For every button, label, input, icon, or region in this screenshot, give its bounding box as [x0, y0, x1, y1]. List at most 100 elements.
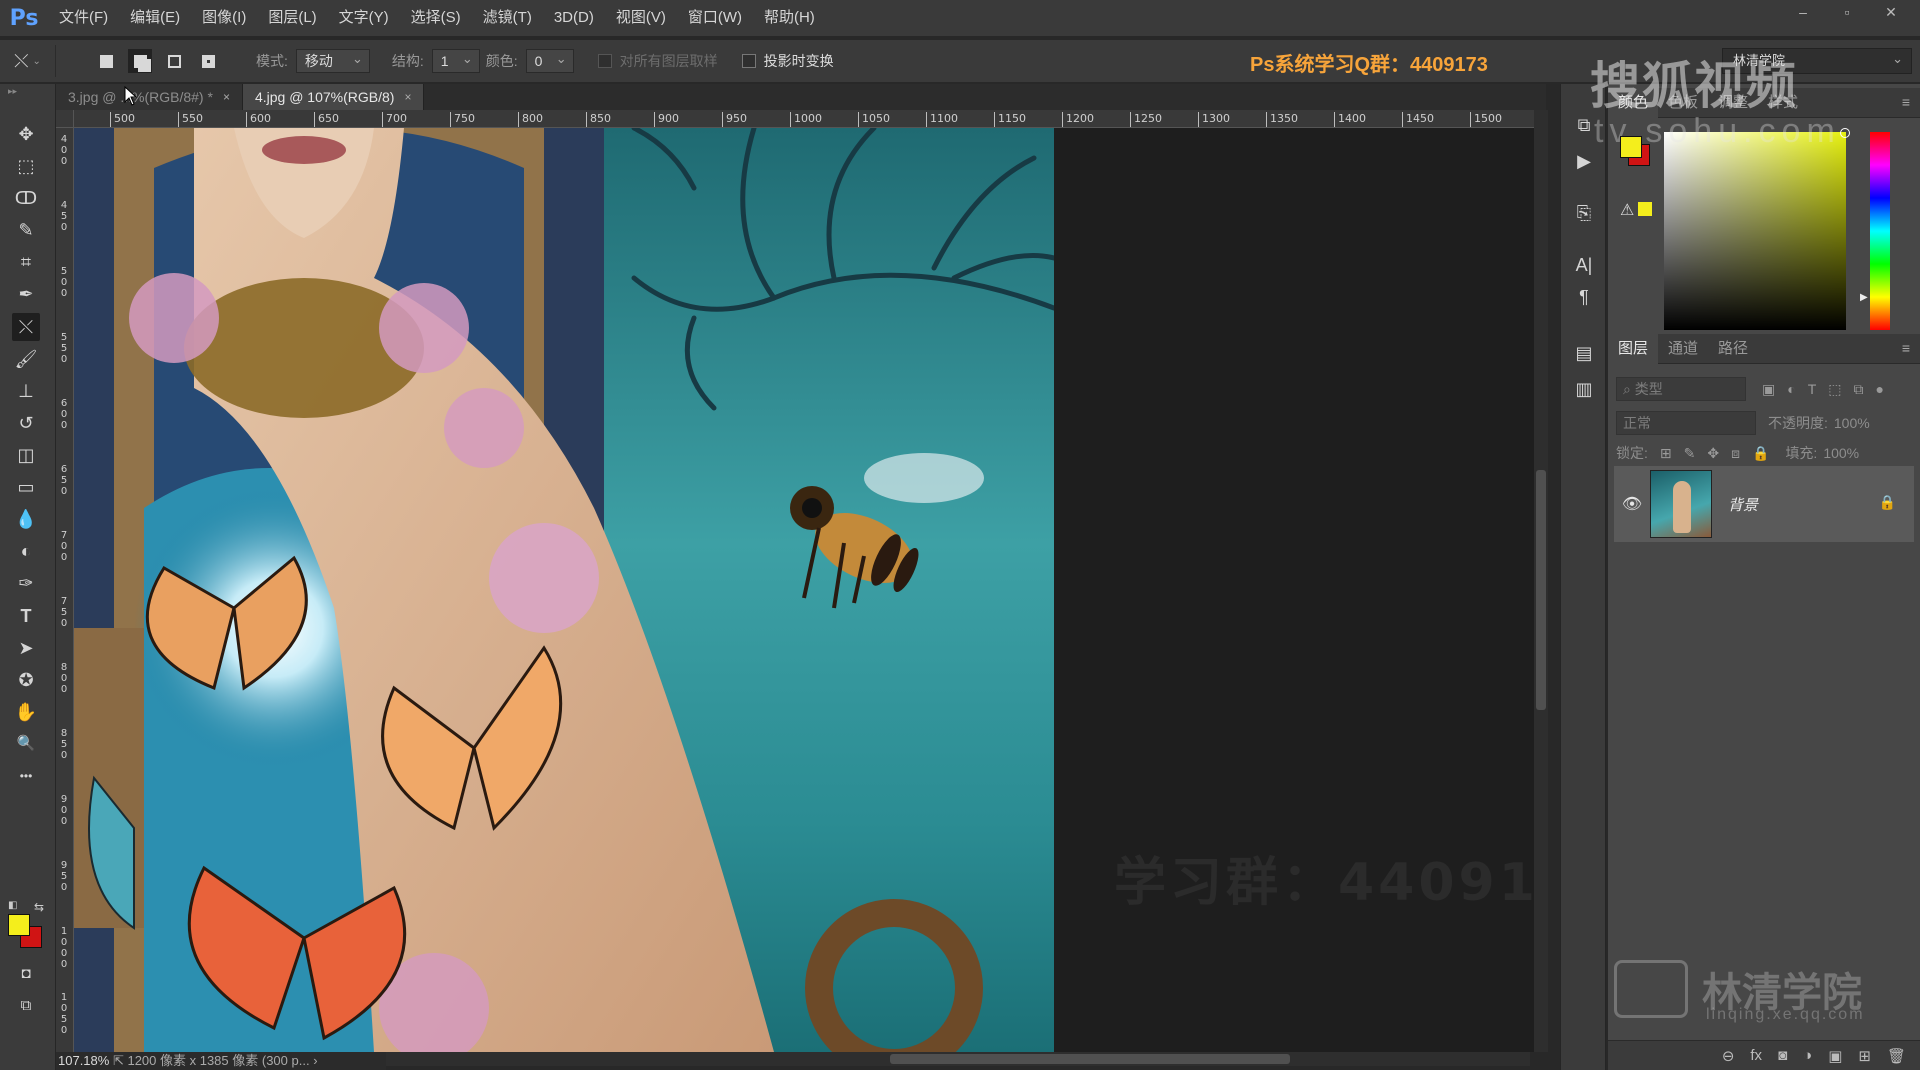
gamut-warning-icon[interactable]: ⚠ — [1620, 200, 1634, 220]
gradient-icon[interactable]: ▭ — [12, 473, 40, 501]
new-group-icon[interactable]: ▣ — [1828, 1047, 1842, 1065]
actions-play-icon[interactable]: ▶ — [1570, 148, 1598, 174]
panel-foreground-swatch[interactable] — [1620, 136, 1642, 158]
canvas-area[interactable]: 学习群：4409173 — [74, 128, 1544, 1052]
mode-select[interactable]: 移动 — [295, 48, 370, 73]
pen-icon[interactable]: ✑ — [12, 569, 40, 597]
lock-pixels-icon[interactable]: ✎ — [1684, 445, 1696, 462]
export-icon[interactable]: ⇱ — [113, 1053, 128, 1068]
sample-all-checkbox[interactable] — [597, 54, 612, 68]
hand-icon[interactable]: ✋ — [12, 698, 40, 726]
panel-menu-icon[interactable]: ≡ — [1902, 340, 1910, 356]
tab-close-icon[interactable]: × — [223, 84, 230, 110]
layer-name[interactable]: 背景 — [1728, 494, 1758, 515]
add-mask-icon[interactable]: ◙ — [1778, 1047, 1787, 1064]
color-select[interactable]: 0 — [525, 48, 574, 73]
history-brush-icon[interactable]: ↺ — [12, 409, 40, 437]
scrollbar-thumb[interactable] — [1536, 470, 1546, 710]
add-selection-button[interactable] — [128, 49, 152, 73]
new-selection-button[interactable] — [94, 49, 118, 73]
zoom-level[interactable]: 107.18% — [58, 1053, 109, 1068]
menu-select[interactable]: 选择(S) — [400, 0, 472, 36]
patch-move-icon[interactable]: ⤬ ⌄ — [0, 45, 56, 77]
blur-icon[interactable]: 💧 — [12, 505, 40, 533]
dodge-icon[interactable]: ◐ — [12, 537, 40, 565]
new-layer-icon[interactable]: ⊞ — [1858, 1047, 1871, 1065]
delete-layer-icon[interactable]: 🗑 — [1887, 1047, 1906, 1065]
scrollbar-thumb[interactable] — [890, 1054, 1290, 1064]
properties-panel-icon[interactable]: ▤ — [1570, 340, 1598, 366]
status-menu-arrow[interactable]: › — [313, 1053, 317, 1068]
eraser-icon[interactable]: ◫ — [12, 441, 40, 469]
menu-3d[interactable]: 3D(D) — [543, 0, 605, 36]
menu-filter[interactable]: 滤镜(T) — [472, 0, 543, 36]
swap-colors-icon[interactable]: ⇆ — [34, 900, 44, 914]
filter-adjustment-icon[interactable]: ◐ — [1787, 381, 1795, 397]
panel-menu-icon[interactable]: ≡ — [1902, 94, 1910, 110]
blend-mode-select[interactable]: 正常 — [1616, 411, 1756, 435]
foreground-color-swatch[interactable] — [8, 914, 30, 936]
adjustment-layer-icon[interactable]: ◑ — [1803, 1047, 1812, 1064]
brush-icon[interactable]: 🖌 — [12, 345, 40, 373]
color-picker-handle[interactable] — [1840, 128, 1850, 138]
intersect-selection-button[interactable] — [196, 49, 220, 73]
quick-mask-icon[interactable]: ◘ — [12, 960, 40, 988]
filter-type-icon[interactable]: T — [1808, 381, 1817, 397]
tab-channels[interactable]: 通道 — [1658, 334, 1708, 364]
lock-artboard-icon[interactable]: ⧈ — [1731, 445, 1740, 462]
subtract-selection-button[interactable] — [162, 49, 186, 73]
horizontal-scrollbar[interactable] — [380, 1052, 1530, 1066]
tab-close-icon[interactable]: × — [404, 84, 411, 110]
filter-pixel-icon[interactable]: ▣ — [1762, 381, 1775, 398]
move-icon[interactable]: ✥ — [12, 120, 40, 148]
layer-thumbnail[interactable] — [1650, 470, 1712, 538]
notes-panel-icon[interactable]: ▥ — [1570, 376, 1598, 402]
close-button[interactable]: ✕ — [1872, 0, 1910, 24]
opacity-value[interactable]: 100% — [1834, 415, 1870, 431]
menu-help[interactable]: 帮助(H) — [753, 0, 826, 36]
layer-style-icon[interactable]: fx — [1750, 1047, 1762, 1064]
layer-filter-select[interactable]: ⌕ 类型 — [1616, 377, 1746, 401]
path-select-icon[interactable]: ➤ — [12, 634, 40, 662]
hue-slider-arrow-icon[interactable]: ▶ — [1860, 292, 1868, 303]
fill-value[interactable]: 100% — [1823, 445, 1859, 461]
structure-select[interactable]: 1 — [431, 48, 480, 73]
patch-icon[interactable]: ⤬ — [12, 313, 40, 341]
menu-file[interactable]: 文件(F) — [48, 0, 119, 36]
transform-checkbox[interactable] — [741, 54, 756, 68]
menu-image[interactable]: 图像(I) — [191, 0, 257, 36]
link-layers-icon[interactable]: ⊖ — [1722, 1047, 1735, 1065]
filter-shape-icon[interactable]: ⬚ — [1828, 381, 1841, 398]
shape-icon[interactable]: ✪ — [12, 666, 40, 694]
vertical-ruler[interactable]: 400 450 500 550 600 650 700 750 800 850 900 950 1000… — [56, 128, 74, 1052]
eyedropper-icon[interactable]: ✒ — [12, 280, 40, 308]
hue-slider[interactable] — [1870, 132, 1890, 330]
more-tools-icon[interactable]: ••• — [12, 762, 40, 790]
tab-layers[interactable]: 图层 — [1608, 333, 1659, 364]
filter-toggle-icon[interactable]: ● — [1876, 381, 1884, 397]
tab-paths[interactable]: 路径 — [1708, 334, 1758, 364]
gamut-color-swatch[interactable] — [1638, 202, 1652, 216]
filter-smart-icon[interactable]: ⧉ — [1854, 381, 1864, 398]
type-icon[interactable]: T — [12, 602, 40, 630]
quick-select-icon[interactable]: ✎ — [12, 216, 40, 244]
maximize-button[interactable]: ▫ — [1828, 0, 1866, 24]
paragraph-panel-icon[interactable]: ¶ — [1570, 284, 1598, 310]
character-panel-icon[interactable]: A| — [1570, 252, 1598, 278]
menu-type[interactable]: 文字(Y) — [328, 0, 400, 36]
lasso-icon[interactable]: ↀ — [12, 184, 40, 212]
lock-position-icon[interactable]: ✥ — [1707, 445, 1719, 462]
ruler-origin[interactable] — [56, 110, 74, 128]
zoom-icon[interactable]: 🔍 — [12, 730, 40, 758]
horizontal-ruler[interactable]: 500 550 600 650 700 750 800 850 900 950 1000 1050 11… — [74, 110, 1544, 128]
layer-row-background[interactable]: 👁 背景 🔒 — [1614, 466, 1914, 542]
screen-mode-icon[interactable]: ⧉ — [12, 992, 40, 1020]
menu-view[interactable]: 视图(V) — [605, 0, 677, 36]
brush-presets-icon[interactable]: ⎘ — [1570, 200, 1598, 226]
visibility-eye-icon[interactable]: 👁 — [1614, 494, 1650, 514]
document-image[interactable] — [74, 128, 1054, 1052]
vertical-scrollbar[interactable] — [1534, 110, 1548, 1052]
crop-icon[interactable]: ⌗ — [12, 248, 40, 276]
minimize-button[interactable]: – — [1784, 0, 1822, 24]
tab-4jpg[interactable]: 4.jpg @ 107%(RGB/8) × — [242, 84, 425, 110]
